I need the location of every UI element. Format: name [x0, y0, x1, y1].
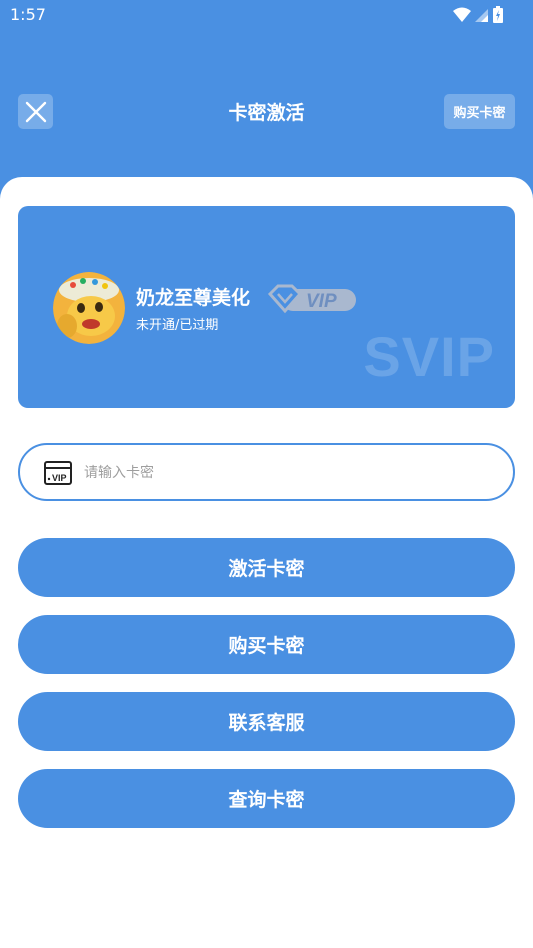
header: 卡密激活 购买卡密 — [0, 90, 533, 134]
wifi-icon — [453, 7, 471, 22]
buy-card-button[interactable]: 购买卡密 — [18, 615, 515, 674]
activate-card-button[interactable]: 激活卡密 — [18, 538, 515, 597]
product-name: 奶龙至尊美化 — [136, 287, 251, 309]
vip-card-icon: VIP — [44, 461, 72, 485]
avatar — [53, 272, 125, 344]
card-key-input[interactable] — [82, 453, 486, 493]
buy-card-top-button[interactable]: 购买卡密 — [444, 94, 515, 129]
membership-status: 未开通/已过期 — [136, 318, 219, 333]
query-card-button[interactable]: 查询卡密 — [18, 769, 515, 828]
vip-badge-text: VIP — [306, 291, 337, 312]
activation-screen: 1:57 卡密激活 购买卡密 奶龙至尊美化 VIP 未开通/已过期 SVIP V… — [0, 0, 533, 948]
svg-text:VIP: VIP — [52, 473, 67, 483]
vip-badge: VIP — [267, 281, 358, 319]
battery-icon — [493, 6, 503, 23]
main-panel: 奶龙至尊美化 VIP 未开通/已过期 SVIP VIP 请输入卡密 激活卡密 购… — [0, 177, 533, 948]
status-bar: 1:57 — [0, 0, 533, 30]
vip-card: 奶龙至尊美化 VIP 未开通/已过期 SVIP — [18, 206, 515, 408]
svip-watermark: SVIP — [363, 325, 495, 388]
status-time: 1:57 — [10, 5, 46, 24]
contact-support-button[interactable]: 联系客服 — [18, 692, 515, 751]
signal-icon — [475, 8, 488, 22]
status-icons — [453, 6, 503, 23]
card-key-field: VIP — [18, 443, 515, 501]
